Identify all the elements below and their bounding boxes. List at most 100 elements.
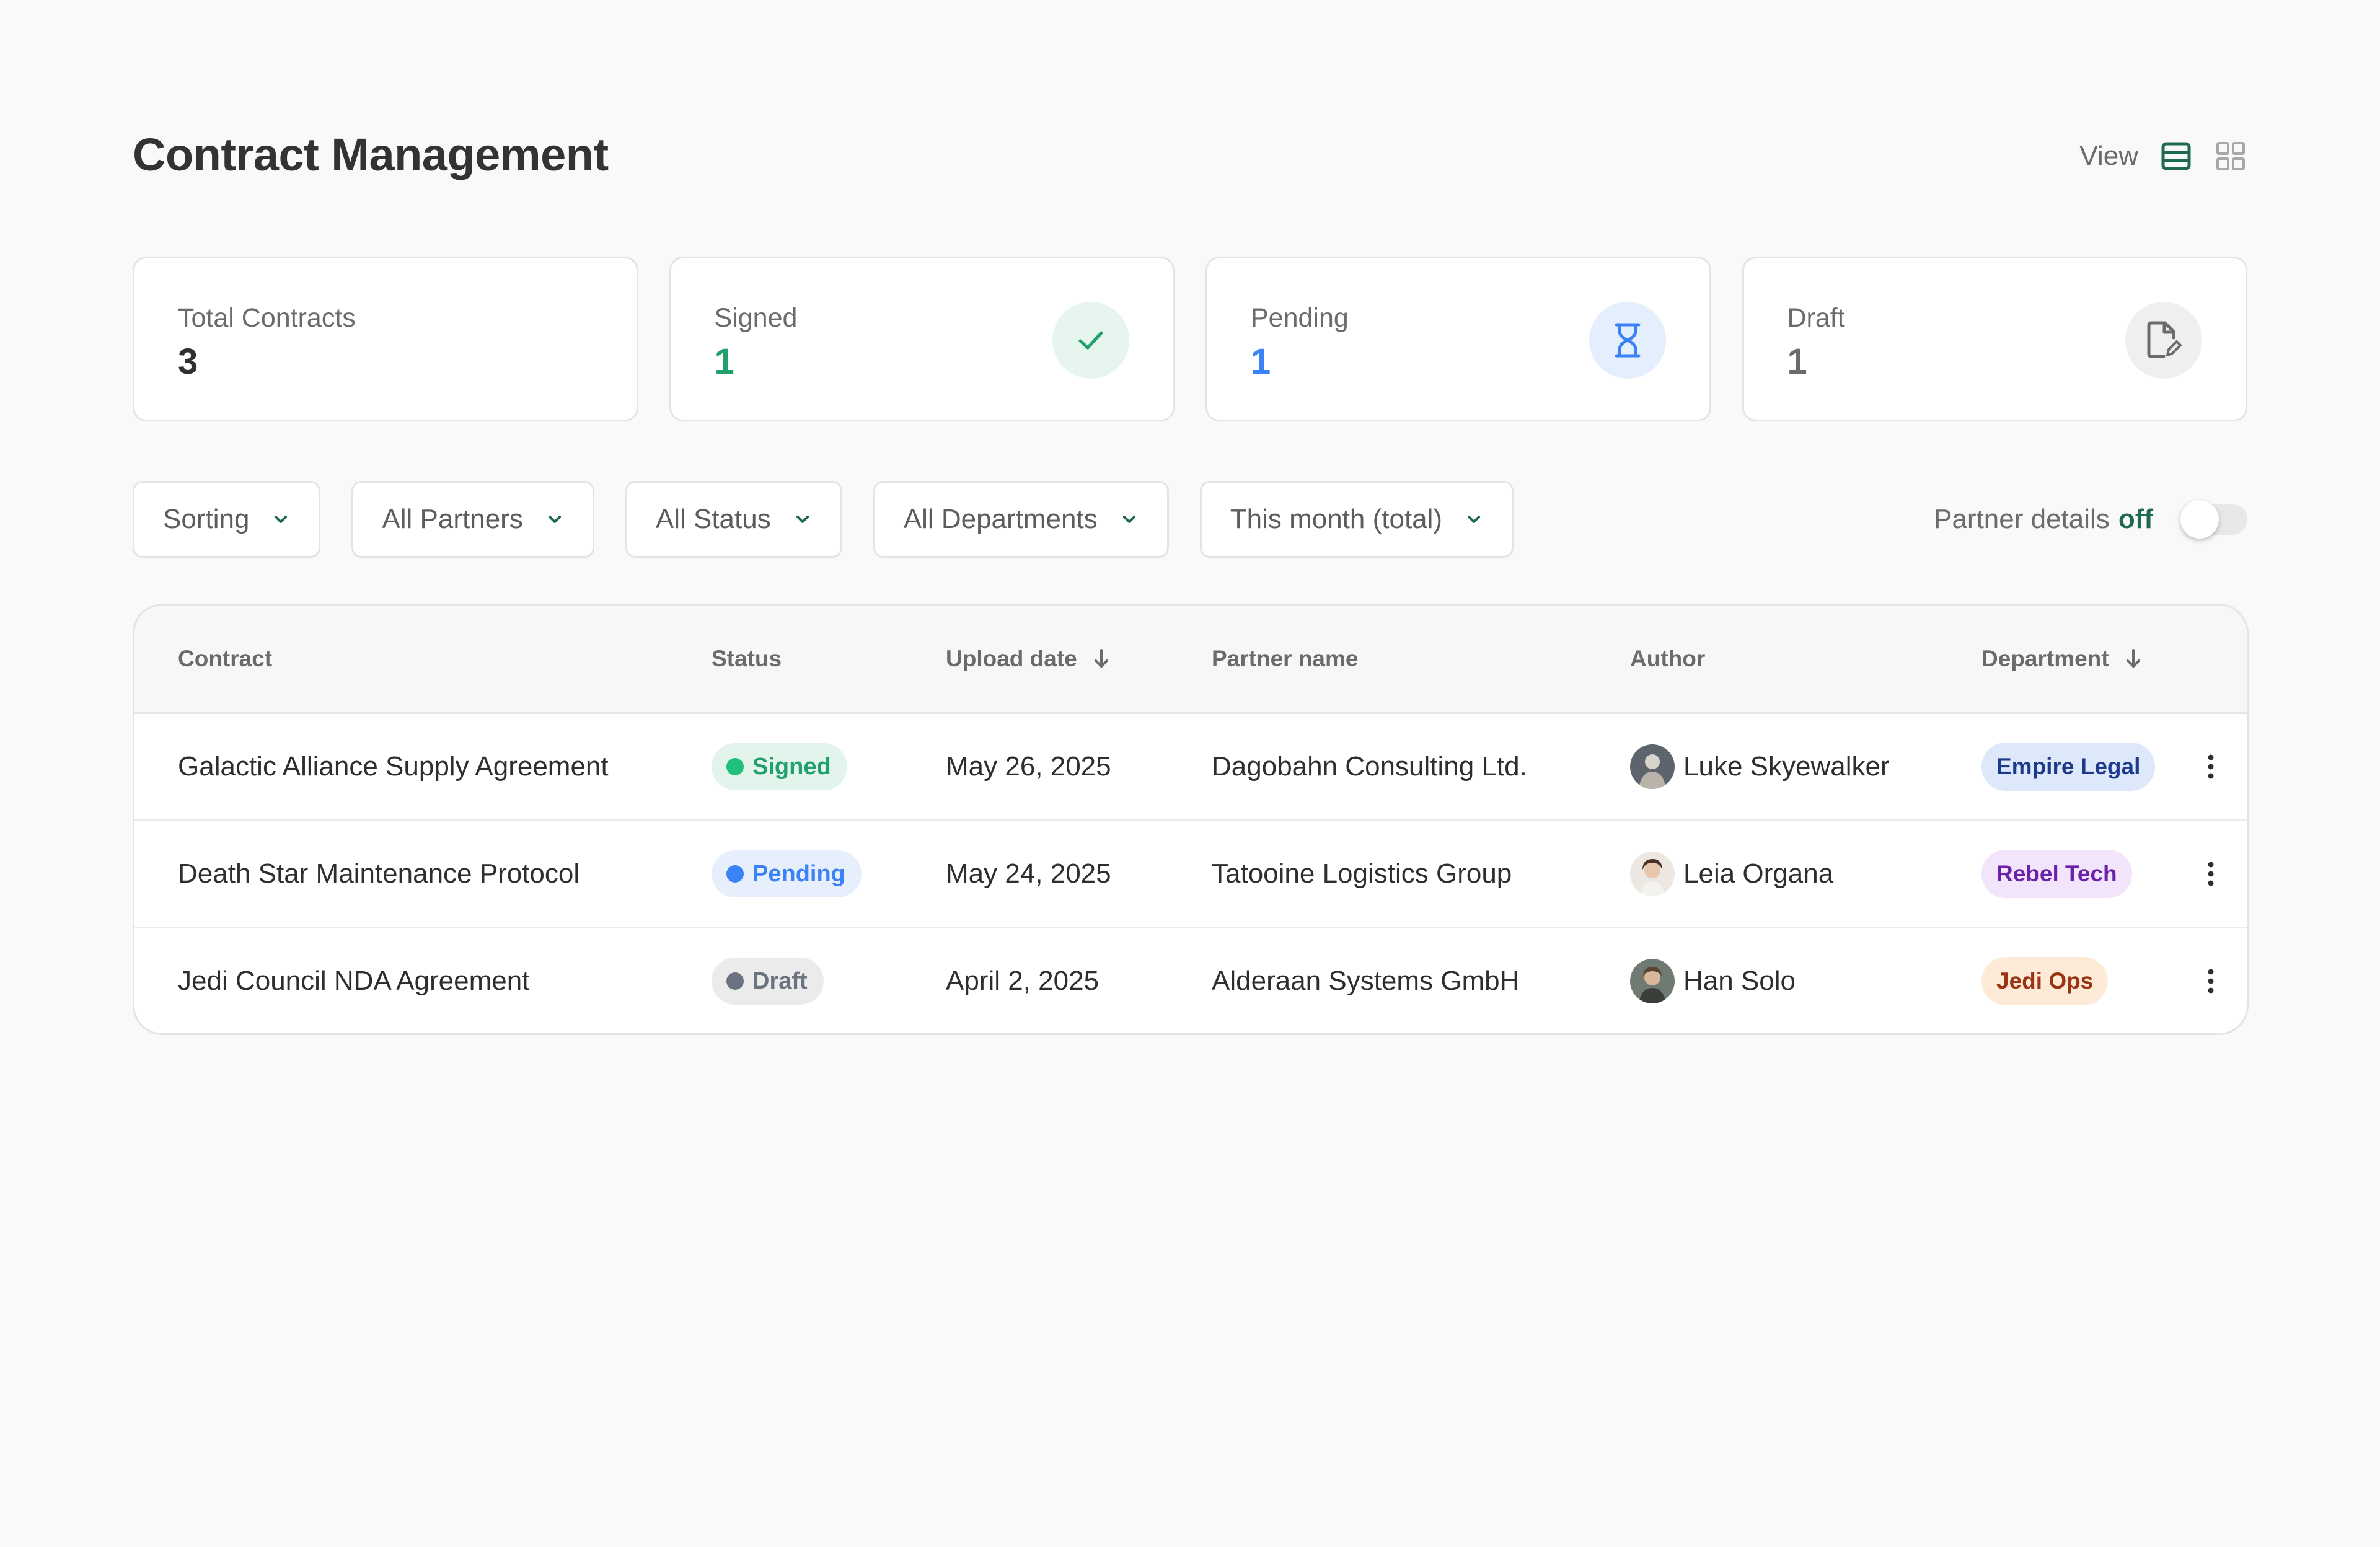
hourglass-icon	[1589, 302, 1666, 379]
period-dropdown[interactable]: This month (total)	[1199, 481, 1514, 558]
grid-view-icon[interactable]	[2214, 139, 2247, 173]
status-dot	[726, 758, 744, 775]
sort-arrow-down-icon	[1094, 649, 1108, 668]
partner-name: Alderaan Systems GmbH	[1212, 966, 1520, 996]
partner-name: Dagobahn Consulting Ltd.	[1212, 751, 1527, 782]
stat-label: Pending	[1251, 303, 1349, 333]
sorting-dropdown[interactable]: Sorting	[133, 481, 321, 558]
column-header-partner[interactable]: Partner name	[1212, 606, 1359, 712]
chevron-down-icon	[1465, 510, 1483, 529]
view-switch: View	[2079, 136, 2247, 176]
avatar	[1630, 744, 1675, 789]
stat-value: 1	[1251, 342, 1271, 382]
status-badge-label: Pending	[752, 860, 845, 887]
partner-details-switch[interactable]	[2180, 500, 2247, 539]
stat-value: 3	[178, 342, 198, 382]
row-actions	[2198, 714, 2223, 819]
column-header-label: Upload date	[946, 646, 1077, 671]
avatar	[1630, 852, 1675, 896]
author-name: Han Solo	[1683, 966, 1796, 996]
departments-dropdown[interactable]: All Departments	[873, 481, 1169, 558]
status-badge-label: Draft	[752, 967, 808, 994]
column-header-department[interactable]: Department	[1981, 606, 2141, 712]
period-dropdown-label: This month (total)	[1230, 504, 1443, 534]
document-edit-icon	[2125, 302, 2202, 379]
partner-details-text: Partner details	[1934, 504, 2110, 534]
author-cell: Luke Skyewalker	[1630, 714, 1890, 819]
partners-dropdown-label: All Partners	[382, 504, 523, 534]
filter-bar: Sorting All Partners All Status All Depa…	[133, 481, 1514, 558]
stat-label: Signed	[714, 303, 798, 333]
status-dropdown-label: All Status	[655, 504, 771, 534]
contracts-table: Contract Status Upload date Partner name…	[133, 604, 2249, 1035]
department-cell: Rebel Tech	[1981, 821, 2132, 927]
switch-knob	[2180, 500, 2219, 539]
upload-date: April 2, 2025	[946, 966, 1100, 996]
status-dot	[726, 972, 744, 990]
stat-label: Draft	[1787, 303, 1845, 333]
view-label: View	[2079, 141, 2138, 171]
column-header-label: Partner name	[1212, 646, 1359, 671]
status-dot	[726, 865, 744, 883]
stat-card-signed: Signed 1	[669, 257, 1175, 421]
partner-details-label: Partner details off	[1934, 504, 2153, 535]
stat-value: 1	[714, 342, 734, 382]
column-header-author[interactable]: Author	[1630, 606, 1705, 712]
department-badge: Jedi Ops	[1981, 957, 2109, 1005]
stat-value: 1	[1787, 342, 1807, 382]
partner-name: Tatooine Logistics Group	[1212, 858, 1512, 889]
list-view-icon[interactable]	[2159, 139, 2193, 173]
stat-card-draft: Draft 1	[1742, 257, 2247, 421]
upload-date: May 26, 2025	[946, 751, 1111, 782]
column-header-upload-date[interactable]: Upload date	[946, 606, 1109, 712]
contract-name[interactable]: Galactic Alliance Supply Agreement	[178, 714, 609, 819]
chevron-down-icon	[1120, 510, 1139, 529]
status-badge: Draft	[712, 958, 824, 1005]
row-actions	[2198, 928, 2223, 1033]
table-row[interactable]: Galactic Alliance Supply Agreement Signe…	[134, 714, 2247, 821]
column-header-status[interactable]: Status	[712, 606, 782, 712]
chevron-down-icon	[271, 510, 290, 529]
more-options-icon[interactable]	[2198, 855, 2223, 892]
avatar	[1630, 959, 1675, 1003]
column-header-contract[interactable]: Contract	[178, 606, 272, 712]
contract-management-page: Contract Management View Total Contracts…	[0, 0, 2380, 1547]
status-badge-label: Signed	[752, 753, 831, 780]
check-icon	[1052, 302, 1129, 379]
status-badge: Signed	[712, 743, 847, 790]
status-cell: Signed	[712, 714, 847, 819]
department-badge: Empire Legal	[1981, 743, 2156, 791]
partner-details-toggle: Partner details off	[1934, 481, 2247, 558]
sorting-dropdown-label: Sorting	[163, 504, 250, 534]
table-row[interactable]: Jedi Council NDA Agreement Draft April 2…	[134, 928, 2247, 1033]
contract-name[interactable]: Jedi Council NDA Agreement	[178, 928, 529, 1033]
status-dropdown[interactable]: All Status	[625, 481, 842, 558]
author-name: Luke Skyewalker	[1683, 751, 1890, 782]
department-cell: Empire Legal	[1981, 714, 2156, 819]
author-name: Leia Organa	[1683, 858, 1834, 889]
more-options-icon[interactable]	[2198, 748, 2223, 785]
department-badge: Rebel Tech	[1981, 850, 2132, 898]
stat-card-pending: Pending 1	[1205, 257, 1711, 421]
author-cell: Han Solo	[1630, 928, 1796, 1033]
column-header-label: Contract	[178, 646, 273, 671]
column-header-label: Author	[1630, 646, 1706, 671]
table-header: Contract Status Upload date Partner name…	[134, 606, 2247, 714]
column-header-label: Department	[1981, 646, 2109, 671]
status-cell: Pending	[712, 821, 862, 927]
table-row[interactable]: Death Star Maintenance Protocol Pending …	[134, 821, 2247, 928]
sort-arrow-down-icon	[2126, 649, 2140, 668]
stat-card-total: Total Contracts 3	[133, 257, 638, 421]
author-cell: Leia Organa	[1630, 821, 1833, 927]
partners-dropdown[interactable]: All Partners	[351, 481, 594, 558]
chevron-down-icon	[545, 510, 564, 529]
more-options-icon[interactable]	[2198, 963, 2223, 1000]
column-header-label: Status	[712, 646, 782, 671]
status-cell: Draft	[712, 928, 824, 1033]
stats-row: Total Contracts 3 Signed 1 Pending 1 Dra…	[133, 257, 2247, 421]
status-badge: Pending	[712, 850, 862, 897]
department-cell: Jedi Ops	[1981, 928, 2109, 1033]
contract-name[interactable]: Death Star Maintenance Protocol	[178, 821, 580, 927]
upload-date: May 24, 2025	[946, 858, 1111, 889]
partner-details-state: off	[2118, 504, 2153, 534]
